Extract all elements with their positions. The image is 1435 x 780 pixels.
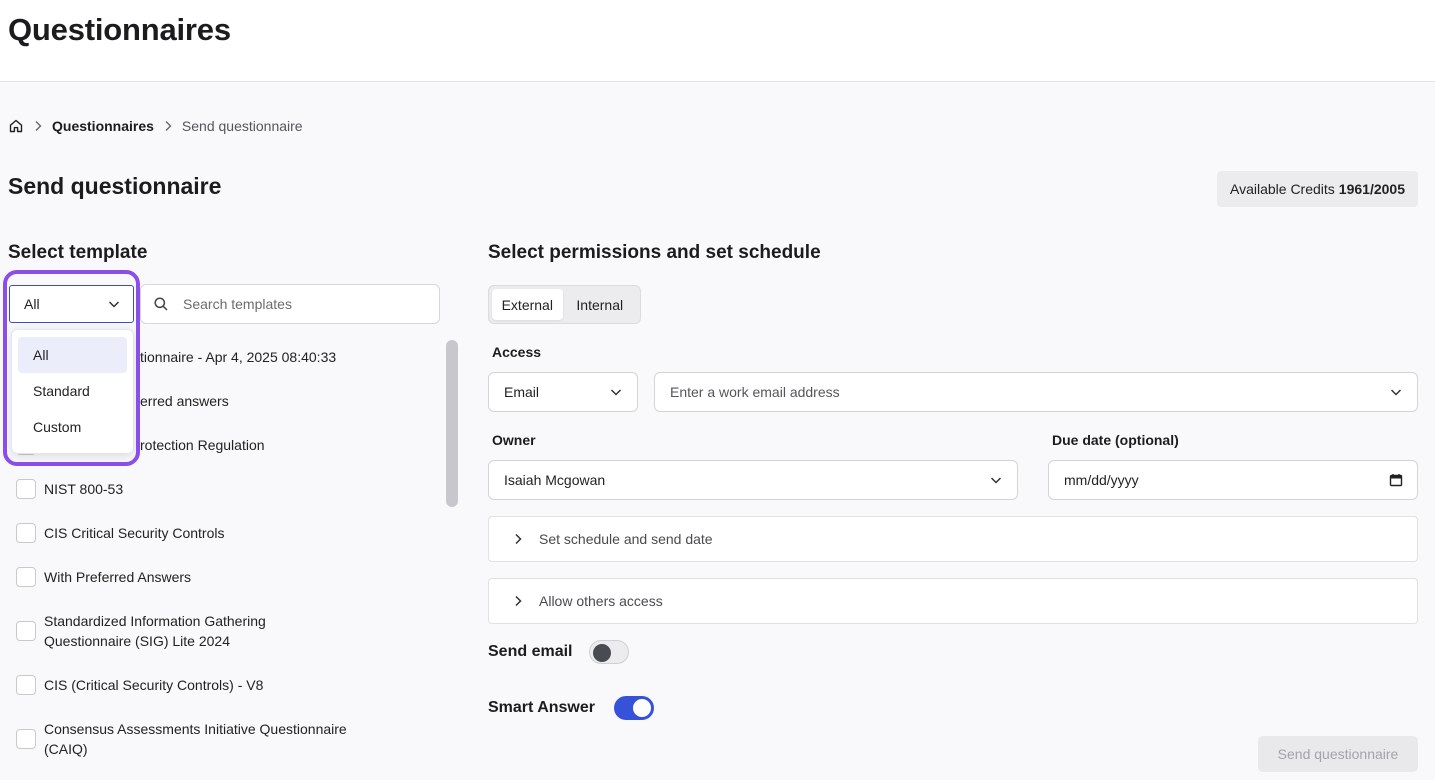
credits-label: Available Credits <box>1230 181 1335 197</box>
template-label-line: Standardized Information Gathering <box>44 613 266 629</box>
template-label-line: (CAIQ) <box>44 741 88 757</box>
calendar-icon[interactable] <box>1389 473 1403 487</box>
tab-external[interactable]: External <box>492 289 563 320</box>
toggle-knob <box>633 699 651 717</box>
template-label: rotection Regulation <box>140 437 265 453</box>
chevron-right-icon <box>160 118 176 134</box>
chevron-down-icon <box>107 297 121 311</box>
toggle-knob <box>593 644 611 662</box>
chevron-down-icon <box>609 385 623 399</box>
filter-selected-value: All <box>24 296 40 312</box>
access-method-value: Email <box>504 384 540 400</box>
template-filter-menu: All Standard Custom <box>11 329 134 454</box>
due-date-label: Due date (optional) <box>1052 432 1179 448</box>
template-item[interactable]: NIST 800-53 <box>16 479 123 499</box>
template-filter-select[interactable]: All <box>9 285 134 323</box>
template-item[interactable]: CIS (Critical Security Controls) - V8 <box>16 675 263 695</box>
section-title: Send questionnaire <box>8 173 222 199</box>
breadcrumb-questionnaires-link[interactable]: Questionnaires <box>52 118 154 134</box>
schedule-section-label: Set schedule and send date <box>539 531 713 547</box>
filter-option-custom[interactable]: Custom <box>18 409 127 445</box>
template-checkbox[interactable] <box>16 675 36 695</box>
template-label: CIS Critical Security Controls <box>44 525 225 541</box>
email-placeholder: Enter a work email address <box>670 384 840 400</box>
credits-value: 1961/2005 <box>1338 181 1405 197</box>
template-label-line: Questionnaire (SIG) Lite 2024 <box>44 633 230 649</box>
template-item[interactable]: Standardized Information Gathering Quest… <box>16 611 266 651</box>
page-title: Questionnaires <box>8 12 231 47</box>
access-label: Access <box>492 344 542 360</box>
search-icon <box>153 296 169 312</box>
breadcrumb: Questionnaires Send questionnaire <box>8 117 303 135</box>
email-field[interactable]: Enter a work email address <box>654 372 1418 412</box>
send-questionnaire-button[interactable]: Send questionnaire <box>1258 736 1418 772</box>
template-label: tionnaire - Apr 4, 2025 08:40:33 <box>140 349 337 365</box>
chevron-right-icon <box>511 532 525 546</box>
schedule-section-toggle[interactable]: Set schedule and send date <box>488 516 1418 562</box>
template-list-scrollbar[interactable] <box>446 340 458 507</box>
owner-select[interactable]: Isaiah Mcgowan <box>488 460 1018 500</box>
chevron-down-icon <box>989 473 1003 487</box>
due-date-field[interactable]: mm/dd/yyyy <box>1048 460 1418 500</box>
chevron-right-icon <box>511 594 525 608</box>
search-templates-box[interactable] <box>140 284 440 324</box>
access-type-tabs: External Internal <box>488 285 641 324</box>
due-date-placeholder: mm/dd/yyyy <box>1064 472 1139 488</box>
others-access-label: Allow others access <box>539 593 663 609</box>
template-checkbox[interactable] <box>16 729 36 749</box>
template-item[interactable]: CIS Critical Security Controls <box>16 523 225 543</box>
credits-badge: Available Credits 1961/2005 <box>1217 171 1418 207</box>
template-label: Consensus Assessments Initiative Questio… <box>44 719 347 759</box>
template-label-line: Consensus Assessments Initiative Questio… <box>44 721 347 737</box>
template-label: CIS (Critical Security Controls) - V8 <box>44 677 264 693</box>
chevron-down-icon <box>1389 385 1403 399</box>
home-icon[interactable] <box>8 118 24 134</box>
permissions-title: Select permissions and set schedule <box>488 242 821 263</box>
tab-internal[interactable]: Internal <box>563 289 637 320</box>
send-email-label: Send email <box>488 643 573 660</box>
breadcrumb-current: Send questionnaire <box>181 118 303 134</box>
filter-option-all[interactable]: All <box>18 337 127 373</box>
template-checkbox[interactable] <box>16 479 36 499</box>
send-email-toggle[interactable] <box>589 640 629 664</box>
template-item[interactable]: Consensus Assessments Initiative Questio… <box>16 719 347 759</box>
top-bar: Questionnaires <box>0 0 1435 82</box>
chevron-right-icon <box>30 118 46 134</box>
owner-label: Owner <box>492 432 536 448</box>
template-label: Standardized Information Gathering Quest… <box>44 611 266 651</box>
smart-answer-toggle[interactable] <box>614 696 654 720</box>
template-label: NIST 800-53 <box>44 481 124 497</box>
template-checkbox[interactable] <box>16 567 36 587</box>
template-label: erred answers <box>140 393 229 409</box>
access-method-select[interactable]: Email <box>488 372 638 412</box>
owner-value: Isaiah Mcgowan <box>504 472 606 488</box>
smart-answer-label: Smart Answer <box>488 699 595 716</box>
template-checkbox[interactable] <box>16 523 36 543</box>
template-checkbox[interactable] <box>16 621 36 641</box>
template-item[interactable]: With Preferred Answers <box>16 567 191 587</box>
select-template-title: Select template <box>8 242 148 263</box>
others-access-section-toggle[interactable]: Allow others access <box>488 578 1418 624</box>
filter-option-standard[interactable]: Standard <box>18 373 127 409</box>
template-label: With Preferred Answers <box>44 569 192 585</box>
search-input[interactable] <box>183 296 423 312</box>
